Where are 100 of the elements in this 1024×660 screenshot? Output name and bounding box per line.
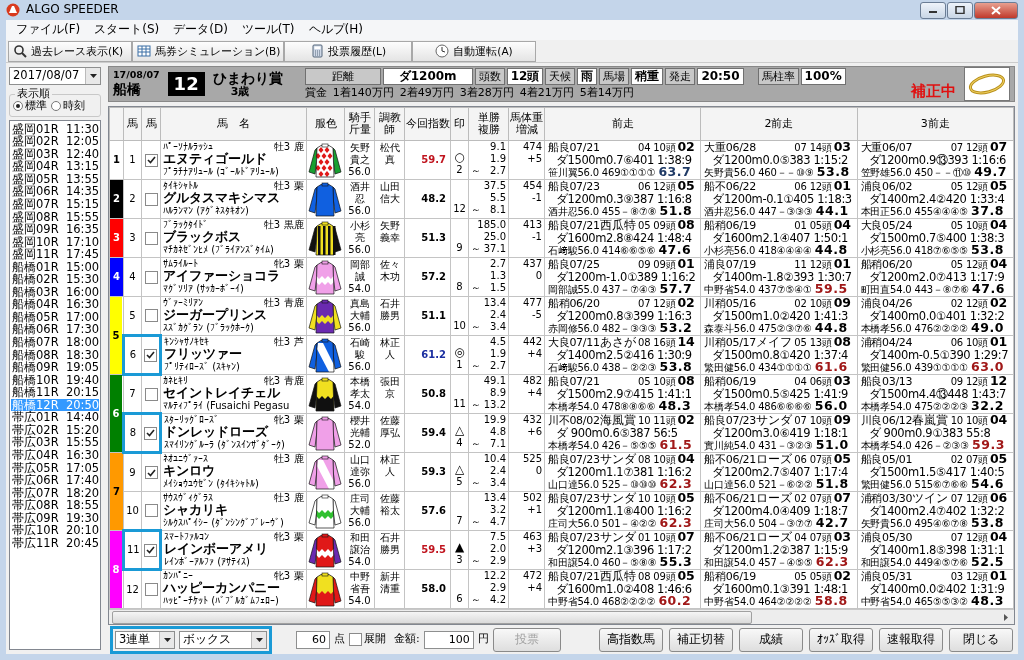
race-list-item[interactable]: 盛岡06R 14:35 bbox=[11, 185, 99, 198]
race-list-item[interactable]: 船橋09R 19:05 bbox=[11, 361, 99, 374]
race-list-item[interactable]: 帯広09R 19:30 bbox=[11, 511, 99, 525]
toolbar-button[interactable]: 過去レース表示(K) bbox=[8, 40, 132, 62]
checkbox[interactable] bbox=[144, 348, 157, 362]
action-button[interactable]: 高指数馬 bbox=[599, 627, 663, 652]
race-list-item[interactable]: 船橋04R 16:30 bbox=[11, 298, 99, 311]
range-sign: ～ bbox=[471, 516, 481, 528]
menu-item[interactable]: スタート(S) bbox=[88, 22, 166, 38]
body-weight: 454 bbox=[521, 180, 542, 192]
menu-item[interactable]: ファイル(F) bbox=[10, 22, 87, 38]
expand-checkbox[interactable]: 展開 bbox=[349, 633, 386, 646]
race-list-item[interactable]: 船橋08R 18:30 bbox=[11, 348, 99, 362]
race-list-item[interactable]: 帯広07R 18:20 bbox=[11, 486, 99, 500]
race-list-item[interactable]: 盛岡07R 15:15 bbox=[11, 198, 99, 211]
radio-button[interactable]: 時刻 bbox=[51, 100, 85, 113]
checkbox[interactable] bbox=[144, 270, 158, 284]
win-odds: 2.7 bbox=[489, 258, 506, 270]
jockey-positions: 本田正56.0 455④④④⑤ bbox=[860, 206, 969, 218]
menu-item[interactable]: ツール(T) bbox=[235, 22, 301, 38]
race-list-item[interactable]: 船橋05R 17:00 bbox=[11, 310, 99, 324]
race-list-item[interactable]: 盛岡08R 15:55 bbox=[11, 210, 99, 224]
action-button[interactable]: 補正切替 bbox=[669, 627, 733, 652]
race-list-item[interactable]: 帯広02R 15:20 bbox=[11, 423, 99, 437]
race-list-item[interactable]: 船橋10R 19:40 bbox=[11, 373, 99, 387]
action-button[interactable]: ｵｯｽﾞ取得 bbox=[809, 627, 873, 652]
horse-name: レインボーアメリ bbox=[164, 542, 269, 556]
finish-place: 04 bbox=[833, 219, 851, 231]
bet-type-dropdown[interactable]: 3連単 bbox=[115, 630, 175, 649]
toolbar-button[interactable]: 投票履歴(L) bbox=[284, 40, 412, 62]
race-list-item[interactable]: 帯広06R 17:40 bbox=[11, 474, 99, 487]
race-list-item[interactable]: 船橋02R 15:30 bbox=[11, 273, 99, 286]
race-list-item[interactable]: 盛岡10R 17:10 bbox=[11, 235, 99, 249]
race-list-item[interactable]: 船橋11R 20:15 bbox=[11, 386, 99, 399]
action-button[interactable]: 成績 bbox=[739, 627, 803, 652]
race-list-item[interactable]: 盛岡03R 12:40 bbox=[11, 147, 99, 161]
weight-carried: 56.0 bbox=[347, 205, 372, 217]
race-list-item[interactable]: 帯広04R 16:30 bbox=[11, 448, 99, 462]
close-button[interactable] bbox=[974, 1, 1018, 19]
race-name: 西瓜特 bbox=[599, 219, 636, 232]
race-list-item[interactable]: 盛岡11R 17:45 bbox=[11, 248, 99, 261]
minimize-button[interactable] bbox=[920, 1, 946, 19]
race-list-item[interactable]: 盛岡01R 11:30 bbox=[11, 122, 99, 136]
checkbox[interactable] bbox=[144, 192, 158, 206]
toolbar-button[interactable]: 馬券シミュレーション(B) bbox=[132, 40, 284, 62]
race-date: 船良07/21 bbox=[548, 141, 600, 154]
maximize-button[interactable] bbox=[947, 1, 973, 19]
bet-method-dropdown[interactable]: ボックス bbox=[179, 630, 267, 649]
race-name: サンダ bbox=[599, 531, 636, 544]
checkbox[interactable] bbox=[144, 426, 157, 440]
race-list-item[interactable]: 帯広03R 15:55 bbox=[11, 436, 99, 449]
race-list-item[interactable]: 盛岡02R 12:05 bbox=[11, 135, 99, 148]
weight-carried: 54.0 bbox=[347, 283, 372, 295]
jockey-positions: 笹川翼56.0 469①①①① bbox=[548, 167, 656, 179]
action-button[interactable]: 閉じる bbox=[949, 627, 1013, 652]
menu-item[interactable]: ヘルプ(H) bbox=[302, 22, 369, 38]
race-list-item[interactable]: 盛岡05R 13:55 bbox=[11, 172, 99, 186]
race-list-item[interactable]: 帯広08R 18:55 bbox=[11, 499, 99, 512]
race-list-item[interactable]: 帯広05R 17:05 bbox=[11, 461, 99, 475]
race-list-item[interactable]: 盛岡09R 16:35 bbox=[11, 223, 99, 236]
radio-button[interactable]: 標準 bbox=[13, 100, 47, 113]
jockey-positions: 山口達56.0 525－⑩⑩⑩ bbox=[548, 479, 657, 491]
maximize-icon bbox=[955, 6, 965, 14]
checkbox[interactable] bbox=[144, 231, 158, 245]
finish-place: 05 bbox=[677, 570, 695, 582]
sire-name: ｽﾀｰﾘｯｸﾞﾛｰｽﾞ bbox=[164, 414, 219, 425]
sex-age: 牡3 bbox=[273, 180, 290, 191]
race-list-item[interactable]: 盛岡04R 13:15 bbox=[11, 160, 99, 173]
race-list-item[interactable]: 船橋07R 18:00 bbox=[11, 336, 99, 349]
date-dropdown[interactable]: 2017/08/07 bbox=[9, 67, 101, 85]
toolbar-button[interactable]: 自動運転(A) bbox=[412, 40, 536, 62]
checkbox[interactable] bbox=[144, 466, 158, 479]
gate-field: 04 06頭 bbox=[794, 376, 832, 388]
race-list-item[interactable]: 帯広11R 20:45 bbox=[11, 536, 99, 550]
finish-place: 04 bbox=[990, 531, 1008, 543]
info-label: 馬柱率 bbox=[757, 68, 799, 86]
coat-color: 黒鹿 bbox=[284, 219, 304, 230]
race-name: サンダ bbox=[599, 453, 636, 466]
amount-field[interactable]: 100 bbox=[423, 630, 474, 649]
race-list-item[interactable]: 帯広01R 14:40 bbox=[11, 411, 99, 424]
table-cell: 6 bbox=[123, 335, 142, 375]
checkbox[interactable] bbox=[144, 387, 158, 401]
race-list-item[interactable]: 船橋01R 15:00 bbox=[11, 260, 99, 274]
checkbox[interactable] bbox=[144, 543, 157, 557]
race-list-item[interactable]: 船橋06R 17:30 bbox=[11, 323, 99, 337]
race-list-item[interactable]: 船橋03R 16:00 bbox=[11, 285, 99, 299]
place-odds: 25.0 bbox=[482, 231, 506, 243]
scrollbar-thumb[interactable] bbox=[112, 610, 752, 624]
race-list-item[interactable]: 帯広10R 20:10 bbox=[11, 524, 99, 537]
action-button[interactable]: 速報取得 bbox=[879, 627, 943, 652]
checkbox[interactable] bbox=[144, 153, 158, 167]
menu-item[interactable]: データ(D) bbox=[167, 22, 234, 38]
trainer-name: 松代真 bbox=[379, 142, 400, 166]
popularity: 6 bbox=[456, 593, 463, 604]
weight-carried: 52.0 bbox=[347, 439, 372, 451]
checkbox[interactable] bbox=[144, 309, 158, 322]
checkbox[interactable] bbox=[144, 504, 158, 517]
checkbox[interactable] bbox=[144, 583, 158, 596]
course-result: ダ1200m4.0④409 1:18:7 bbox=[711, 505, 850, 517]
finish-place: 05 bbox=[677, 492, 695, 504]
